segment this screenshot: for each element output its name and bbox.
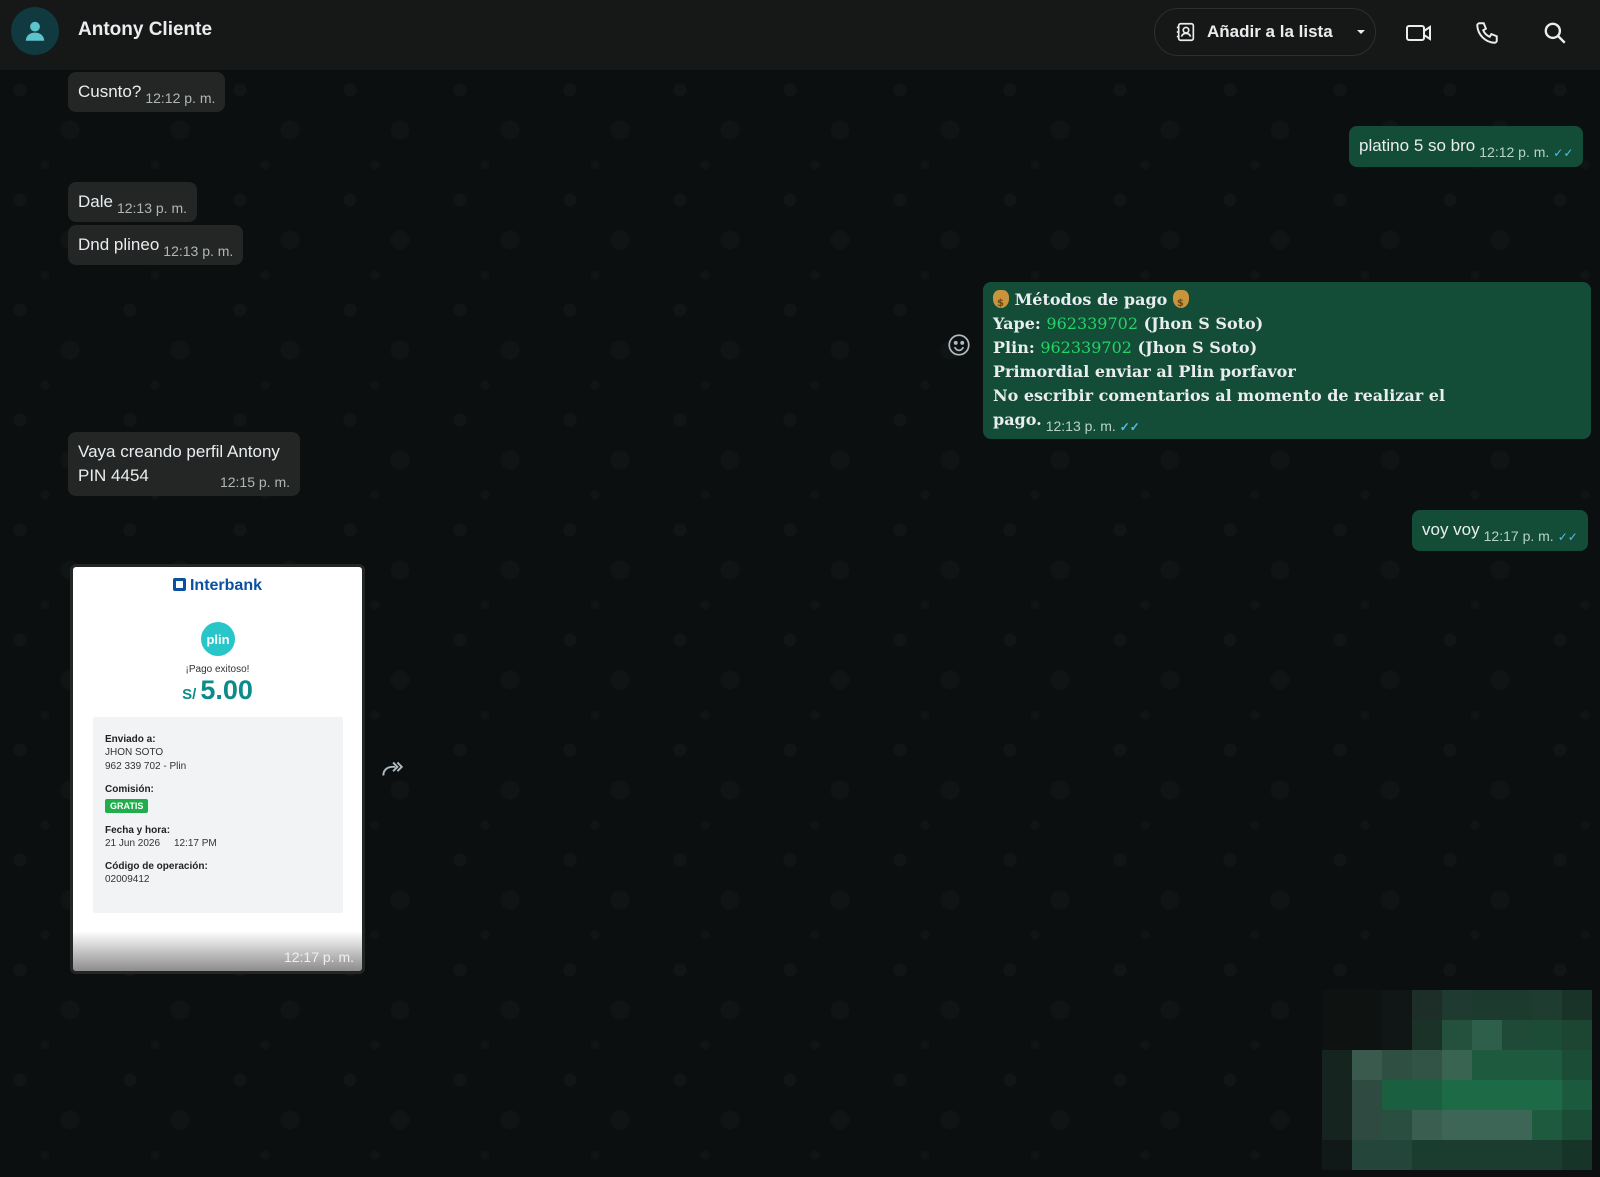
message-time: 12:17 p. m. <box>283 949 354 965</box>
phone-icon <box>1476 22 1498 44</box>
message-time: 12:13 p. m. <box>163 243 234 259</box>
message-time: 12:17 p. m. <box>1483 528 1554 544</box>
contact-name[interactable]: Antony Cliente <box>78 19 212 41</box>
person-icon <box>25 21 45 41</box>
money-bag-icon <box>1172 290 1189 316</box>
message-time: 12:12 p. m. <box>145 90 216 106</box>
message-text-line: PIN 4454 <box>78 466 149 485</box>
message-incoming[interactable]: Cusnto? 12:12 p. m. <box>68 72 226 112</box>
receipt-details: Enviado a: JHON SOTO 962 339 702 - Plin … <box>93 717 343 913</box>
react-button[interactable] <box>946 332 972 358</box>
money-bag-icon <box>993 290 1009 316</box>
sent-to-label: Enviado a: <box>105 734 156 745</box>
message-text: Dnd plineo <box>78 235 160 254</box>
yape-number-link[interactable]: 962339702 <box>1046 314 1138 333</box>
plin-number-link[interactable]: 962339702 <box>1040 338 1132 357</box>
payment-receipt-image[interactable]: Interbank plin ¡Pago exitoso! S/5.00 Env… <box>70 564 365 974</box>
opcode-value: 02009412 <box>105 874 150 885</box>
video-call-button[interactable] <box>1404 18 1434 48</box>
message-text: Cusnto? <box>78 82 142 101</box>
message-incoming[interactable]: Dale 12:13 p. m. <box>68 182 198 222</box>
payment-note-2-line: No escribir comentarios al momento de re… <box>993 384 1581 434</box>
voice-call-button[interactable] <box>1472 18 1502 48</box>
add-to-list-button[interactable]: Añadir a la lista <box>1154 8 1376 56</box>
sent-to-name: JHON SOTO <box>105 747 164 758</box>
plin-name: (Jhon S Soto) <box>1137 338 1258 357</box>
payment-title: Métodos de pago <box>1014 290 1168 309</box>
contact-list-icon <box>1176 22 1195 42</box>
payment-title-line: Métodos de pago <box>993 288 1581 316</box>
message-time: 12:15 p. m. <box>219 474 290 490</box>
message-outgoing[interactable]: voy voy 12:17 p. m. ✓✓ <box>1412 510 1588 551</box>
add-to-list-label: Añadir a la lista <box>1207 22 1333 41</box>
emoji-icon <box>948 334 970 356</box>
video-camera-icon <box>1406 25 1431 41</box>
payment-note-1: Primordial enviar al Plin porfavor <box>993 362 1296 381</box>
chat-messages-area[interactable]: Cusnto? 12:12 p. m. platino 5 so bro 12:12… <box>0 70 1600 1177</box>
message-incoming[interactable]: Dnd plineo 12:13 p. m. <box>68 225 244 265</box>
message-outgoing-payment-methods[interactable]: Métodos de pago Yape: 962339702 (Jhon S … <box>983 282 1591 439</box>
message-text: platino 5 so bro <box>1359 136 1476 155</box>
message-text-line-2-row: PIN 4454 12:15 p. m. <box>78 464 290 490</box>
search-button[interactable] <box>1540 18 1570 48</box>
plin-line: Plin: 962339702 (Jhon S Soto) <box>993 336 1581 360</box>
datetime-label: Fecha y hora: <box>105 825 171 836</box>
message-text: Dale <box>78 192 113 211</box>
sent-to-number: 962 339 702 - Plin <box>105 761 187 772</box>
interbank-brand-text: Interbank <box>189 577 262 594</box>
message-time: 12:12 p. m. <box>1479 144 1550 160</box>
read-ticks-icon: ✓✓ <box>1119 420 1140 434</box>
yape-line: Yape: 962339702 (Jhon S Soto) <box>993 312 1581 336</box>
commission-badge: GRATIS <box>105 799 149 813</box>
pixelated-region <box>1322 990 1592 1170</box>
commission-label: Comisión: <box>105 784 154 795</box>
message-text-line: Vaya creando perfil Antony <box>78 442 280 461</box>
forward-icon <box>382 761 404 776</box>
read-ticks-icon: ✓✓ <box>1557 530 1578 544</box>
message-incoming[interactable]: Vaya creando perfil Antony PIN 4454 12:15… <box>68 432 300 496</box>
commission-value-row: GRATIS <box>105 796 331 814</box>
search-icon <box>1544 22 1566 44</box>
chat-header: Antony Cliente Añadir a la lista <box>0 0 1600 70</box>
payment-success-text: ¡Pago exitoso! <box>185 664 250 675</box>
message-text: voy voy <box>1422 520 1480 539</box>
yape-label: Yape: <box>993 314 1041 333</box>
forward-button[interactable] <box>379 756 405 782</box>
datetime-value: 21 Jun 2026 12:17 PM <box>105 838 217 849</box>
plin-logo: plin <box>201 622 235 656</box>
interbank-square-icon <box>172 578 186 591</box>
message-time: 12:13 p. m. <box>1045 418 1116 434</box>
opcode-label: Código de operación: <box>105 861 208 872</box>
yape-name: (Jhon S Soto) <box>1143 314 1264 333</box>
amount-value: 5.00 <box>200 675 253 705</box>
plin-label: Plin: <box>993 338 1035 357</box>
message-time: 12:13 p. m. <box>116 200 188 216</box>
contact-avatar[interactable] <box>11 7 59 55</box>
caret-down-icon <box>1356 30 1365 34</box>
interbank-logo: Interbank <box>73 577 362 595</box>
currency-symbol: S/ <box>182 686 197 703</box>
read-ticks-icon: ✓✓ <box>1553 146 1574 160</box>
message-outgoing[interactable]: platino 5 so bro 12:12 p. m. ✓✓ <box>1349 126 1584 167</box>
payment-amount: S/5.00 <box>73 675 362 706</box>
